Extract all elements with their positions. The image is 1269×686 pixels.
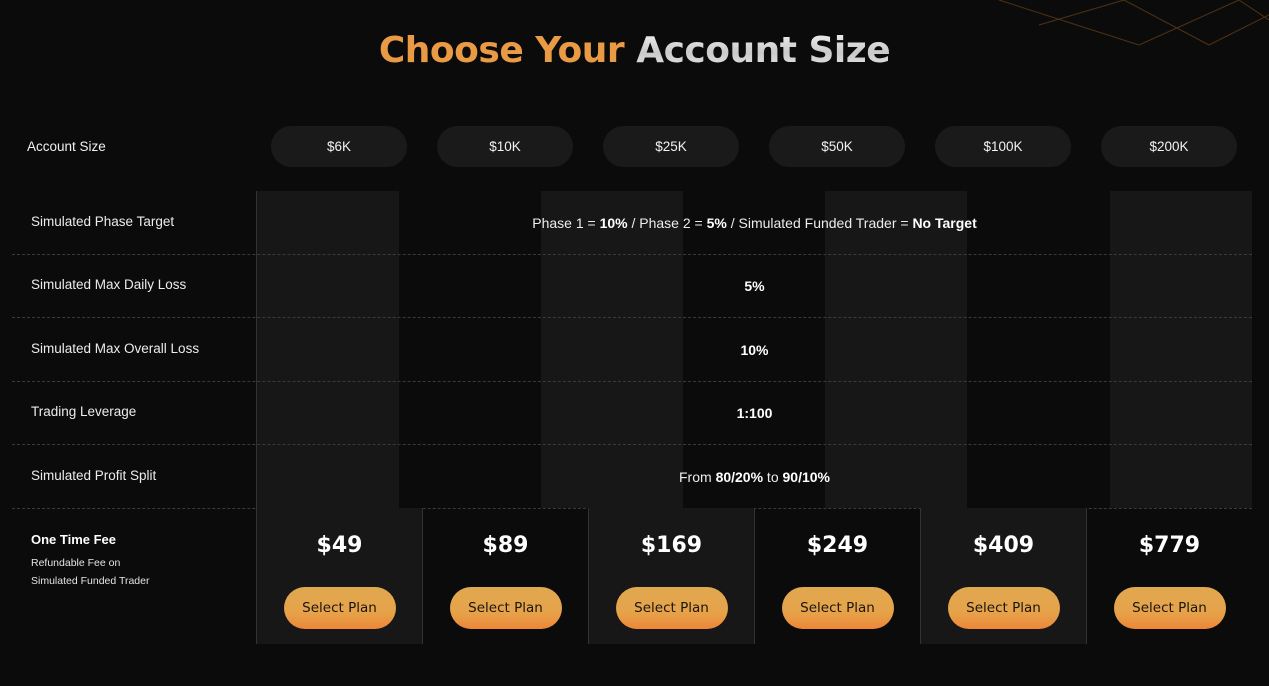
select-plan-button[interactable]: Select Plan [449, 587, 562, 629]
row-label: Simulated Max Overall Loss [31, 341, 200, 356]
value-text: / Simulated Funded Trader = [726, 215, 913, 231]
value-text: / Phase 2 = [627, 215, 707, 231]
account-size-option[interactable]: $200K [1101, 126, 1237, 167]
plan-price: $249 [806, 533, 869, 558]
plan-column: $779 Select Plan [1087, 508, 1252, 644]
plan-price: $169 [640, 533, 703, 558]
plan-price: $89 [482, 533, 529, 558]
row-label: Simulated Profit Split [31, 468, 157, 483]
select-plan-button[interactable]: Select Plan [283, 587, 396, 629]
row-divider [12, 317, 1252, 318]
value-text: From [679, 469, 716, 485]
row-label: Simulated Phase Target [31, 214, 175, 229]
page-title: Choose Your Account Size [0, 30, 1269, 71]
select-plan-button[interactable]: Select Plan [1113, 587, 1226, 629]
select-plan-button[interactable]: Select Plan [947, 587, 1060, 629]
row-divider [12, 254, 1252, 255]
select-plan-button[interactable]: Select Plan [615, 587, 728, 629]
account-size-label: Account Size [27, 139, 106, 154]
title-main: Account Size [636, 30, 891, 71]
value-highlight: 10% [740, 342, 769, 358]
value-highlight: 5% [744, 278, 765, 294]
plan-column: $89 Select Plan [423, 508, 589, 644]
value-highlight: 1:100 [736, 405, 773, 421]
plan-column: $49 Select Plan [257, 508, 423, 644]
account-size-option[interactable]: $100K [935, 126, 1071, 167]
account-size-option[interactable]: $25K [603, 126, 739, 167]
plan-column: $169 Select Plan [589, 508, 755, 644]
value-highlight: 10% [599, 215, 628, 231]
fee-title: One Time Fee [31, 532, 117, 547]
plan-price: $409 [972, 533, 1035, 558]
value-highlight: 5% [706, 215, 727, 231]
select-plan-button[interactable]: Select Plan [781, 587, 894, 629]
value-highlight: No Target [912, 215, 977, 231]
title-highlight: Choose Your [378, 30, 625, 71]
fee-subtitle-line1: Refundable Fee on [31, 557, 121, 569]
row-value: 1:100 [257, 405, 1252, 421]
account-size-option[interactable]: $50K [769, 126, 905, 167]
row-value: Phase 1 = 10% / Phase 2 = 5% / Simulated… [257, 215, 1252, 231]
row-divider [12, 381, 1252, 382]
fee-subtitle: Refundable Fee on Simulated Funded Trade… [31, 554, 149, 590]
row-value: 10% [257, 342, 1252, 358]
row-label: Trading Leverage [31, 404, 137, 419]
row-label: Simulated Max Daily Loss [31, 277, 187, 292]
value-highlight: 90/10% [782, 469, 830, 485]
plan-column: $409 Select Plan [921, 508, 1087, 644]
account-size-option[interactable]: $10K [437, 126, 573, 167]
plan-column: $249 Select Plan [755, 508, 921, 644]
value-text: to [763, 469, 783, 485]
fee-subtitle-line2: Simulated Funded Trader [31, 575, 150, 587]
value-text: Phase 1 = [532, 215, 600, 231]
row-value: 5% [257, 278, 1252, 294]
row-divider [12, 444, 1252, 445]
row-value: From 80/20% to 90/10% [257, 469, 1252, 485]
plan-price: $779 [1138, 533, 1201, 558]
plan-price: $49 [316, 533, 363, 558]
value-highlight: 80/20% [715, 469, 764, 485]
account-size-option[interactable]: $6K [271, 126, 407, 167]
